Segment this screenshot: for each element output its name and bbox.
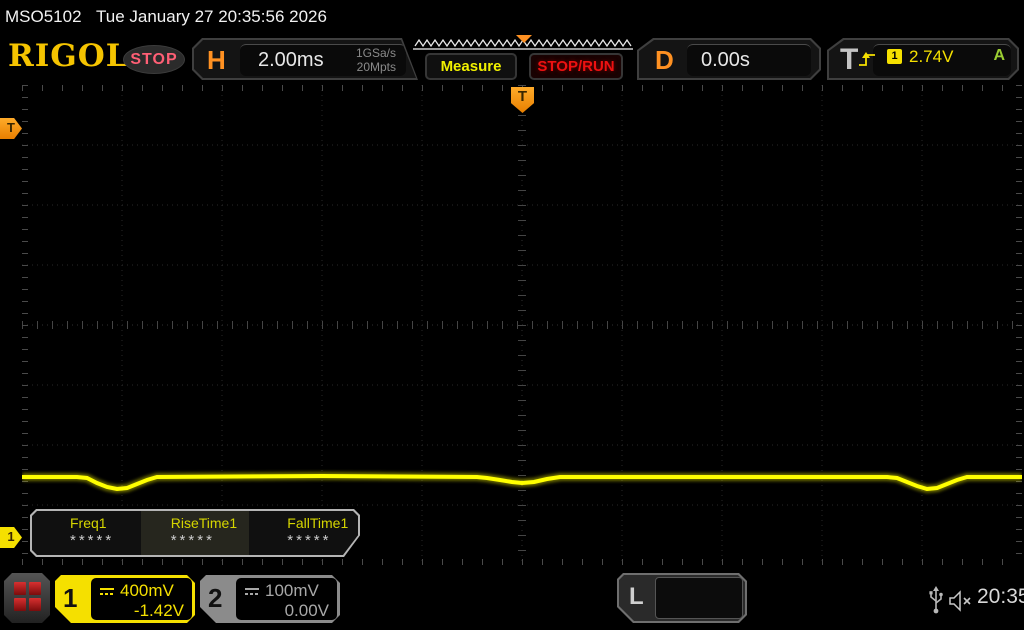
channel1-scale: 400mV xyxy=(120,581,174,600)
measurement-risetime1[interactable]: RiseTime1 ***** xyxy=(141,511,250,555)
sample-rate: 1GSa/s xyxy=(355,46,396,60)
usb-icon xyxy=(929,586,943,614)
ch1-waveform-trace xyxy=(22,471,1022,494)
model-name: MSO5102 xyxy=(5,7,82,26)
acquisition-status-badge: STOP xyxy=(123,45,185,74)
measurement-label: Freq1 xyxy=(70,515,107,531)
trigger-slope-rising-icon xyxy=(857,50,877,68)
measurement-results-panel[interactable]: Freq1 ***** RiseTime1 ***** FallTime1 **… xyxy=(30,509,360,557)
sample-rate-info: 1GSa/s 20Mpts xyxy=(356,47,396,75)
measurement-value: ***** xyxy=(170,532,215,549)
measurement-falltime1[interactable]: FallTime1 ***** xyxy=(249,511,358,555)
trigger-panel[interactable]: T 1 2.74V A xyxy=(827,38,1019,80)
delay-label: D xyxy=(655,45,674,75)
ch1-ground-marker[interactable]: 1 xyxy=(0,527,22,548)
stop-run-button[interactable]: STOP/RUN xyxy=(529,53,623,80)
channel2-status-box[interactable]: 2 100mV 0.00V xyxy=(200,575,340,623)
function-menu-button[interactable] xyxy=(4,573,50,623)
channel1-status-box[interactable]: 1 400mV -1.42V xyxy=(55,575,195,623)
measurement-freq1[interactable]: Freq1 ***** xyxy=(32,511,141,555)
timebase-value: 2.00ms xyxy=(258,49,324,71)
trigger-level-value: 2.74V xyxy=(909,47,954,66)
memory-depth: 20Mpts xyxy=(356,59,396,74)
waveform-preview-strip[interactable] xyxy=(413,35,633,50)
trigger-mode-auto: A xyxy=(993,47,1005,64)
logic-label: L xyxy=(629,583,644,610)
measurement-label: FallTime1 xyxy=(287,515,349,531)
red-grid-icon xyxy=(14,582,40,612)
measurement-value: ***** xyxy=(70,532,115,549)
delay-panel[interactable]: D 0.00s xyxy=(637,38,821,80)
measure-button[interactable]: Measure xyxy=(425,53,517,80)
speaker-muted-icon[interactable] xyxy=(948,589,974,613)
delay-value: 0.00s xyxy=(701,49,750,71)
logic-channel-numbers: 0 1 2 3 4 5 6 7 8 9 10 11 12 13 14 15 xyxy=(655,577,743,619)
datetime-text: Tue January 27 20:35:56 2026 xyxy=(96,7,327,26)
oscilloscope-screen: MSO5102 Tue January 27 20:35:56 2026 RIG… xyxy=(0,0,1024,630)
channel1-offset: -1.42V xyxy=(133,601,184,620)
dc-coupling-icon xyxy=(244,587,260,596)
title-bar: MSO5102 Tue January 27 20:35:56 2026 xyxy=(0,0,1024,33)
grid-center-axes xyxy=(22,85,1022,565)
timebase-box[interactable]: 2.00ms 1GSa/s 20Mpts xyxy=(240,44,406,76)
channel2-scale: 100mV xyxy=(265,581,319,600)
measurement-label: RiseTime1 xyxy=(170,515,238,531)
channel2-offset: 0.00V xyxy=(284,601,329,620)
trigger-source-badge: 1 xyxy=(887,49,902,64)
delay-value-box[interactable]: 0.00s xyxy=(687,44,811,76)
horizontal-panel[interactable]: H 2.00ms 1GSa/s 20Mpts xyxy=(192,38,418,80)
trigger-label: T xyxy=(840,43,859,76)
channel2-number: 2 xyxy=(208,583,223,613)
waveform-display[interactable] xyxy=(22,85,1022,565)
measurement-value: ***** xyxy=(287,532,332,549)
channel1-number: 1 xyxy=(63,583,78,613)
clock-text: 20:35 xyxy=(977,585,1024,608)
horizontal-label: H xyxy=(207,45,226,75)
dc-coupling-icon xyxy=(99,587,115,596)
rigol-logo: RIGOL xyxy=(8,38,129,74)
trigger-level-marker[interactable]: T xyxy=(0,118,22,139)
logic-channels-box[interactable]: L 0 1 2 3 4 5 6 7 8 9 10 11 12 13 14 15 xyxy=(617,573,747,623)
